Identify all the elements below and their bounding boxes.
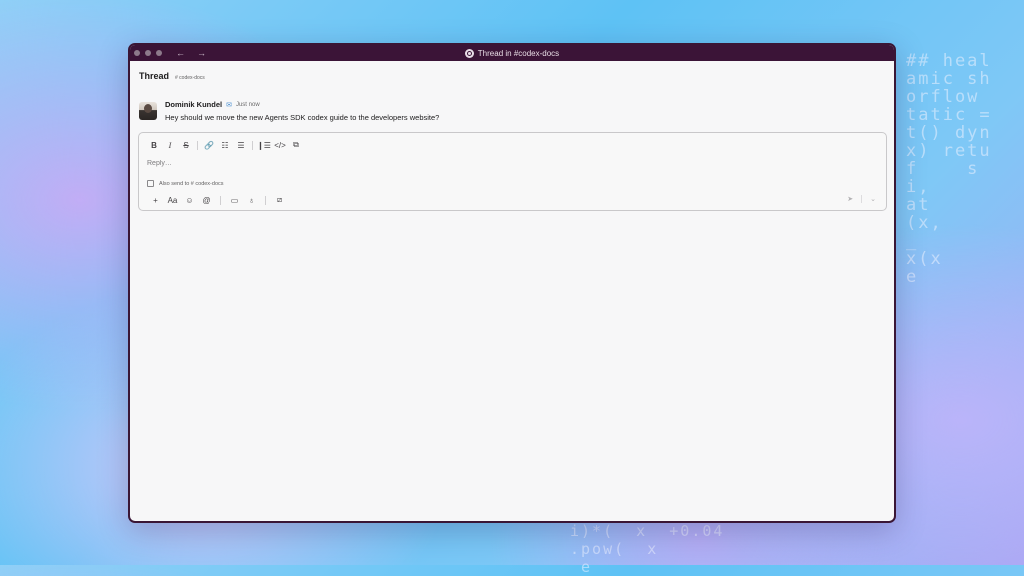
toolbar-divider [265,195,266,205]
bullet-list-icon[interactable]: ☰ [233,141,249,150]
strikethrough-icon[interactable]: S [178,141,194,150]
blockquote-icon[interactable]: ❙☰ [256,141,272,150]
send-controls: ➤ ⌄ [847,195,876,203]
code-block-icon[interactable]: ⧉ [288,140,304,150]
code-icon[interactable]: </> [272,141,288,150]
microphone-icon[interactable]: ♁ [243,196,260,205]
app-window: ← → Thread in #codex-docs Thread # codex… [128,43,896,523]
link-icon[interactable]: 🔗 [201,141,217,150]
ordered-list-icon[interactable]: ☷ [217,141,233,150]
toolbar-divider [220,195,221,205]
send-divider [861,195,863,203]
also-send-checkbox[interactable] [147,180,154,187]
thread-title: Thread [139,71,170,81]
video-icon[interactable]: ▭ [226,196,243,205]
reply-composer: B I S 🔗 ☷ ☰ ❙☰ </> ⧉ Also send to # code… [138,132,887,211]
add-icon[interactable]: + [147,196,164,205]
composer-actions: + Aa ☺ @ ▭ ♁ ⧄ [147,195,288,205]
thread-channel-link[interactable]: # codex-docs [175,75,205,81]
status-emoji-icon: ✉ [226,101,232,109]
message-author[interactable]: Dominik Kundel [165,100,222,109]
title-bar: ← → Thread in #codex-docs [130,45,894,61]
send-options-icon[interactable]: ⌄ [870,195,876,203]
text-format-icon[interactable]: Aa [164,196,181,205]
message: Dominik Kundel ✉ Just now Hey should we … [139,100,439,122]
also-send-label: Also send to # codex-docs [159,180,224,187]
app-logo-icon [464,48,474,58]
mention-icon[interactable]: @ [198,196,215,205]
message-timestamp[interactable]: Just now [236,102,260,108]
also-send-option[interactable]: Also send to # codex-docs [147,180,224,187]
toolbar-divider [197,140,198,150]
thread-header: Thread # codex-docs [139,71,205,81]
bold-icon[interactable]: B [146,141,162,150]
reply-input[interactable] [147,160,547,167]
toolbar-divider [252,140,253,150]
italic-icon[interactable]: I [162,141,178,150]
background-code-bottom: i)*( x +0.04 .pow( x e [570,522,725,576]
window-title: Thread in #codex-docs [130,45,894,61]
avatar[interactable] [139,102,157,120]
background-code-right: ## heal amic sh orflow tatic = t() dyn x… [906,51,992,287]
formatting-toolbar: B I S 🔗 ☷ ☰ ❙☰ </> ⧉ [146,140,304,150]
shortcuts-icon[interactable]: ⧄ [271,195,288,205]
emoji-icon[interactable]: ☺ [181,196,198,205]
window-title-text: Thread in #codex-docs [477,48,560,58]
message-text: Hey should we move the new Agents SDK co… [165,113,440,122]
send-icon[interactable]: ➤ [847,195,853,203]
